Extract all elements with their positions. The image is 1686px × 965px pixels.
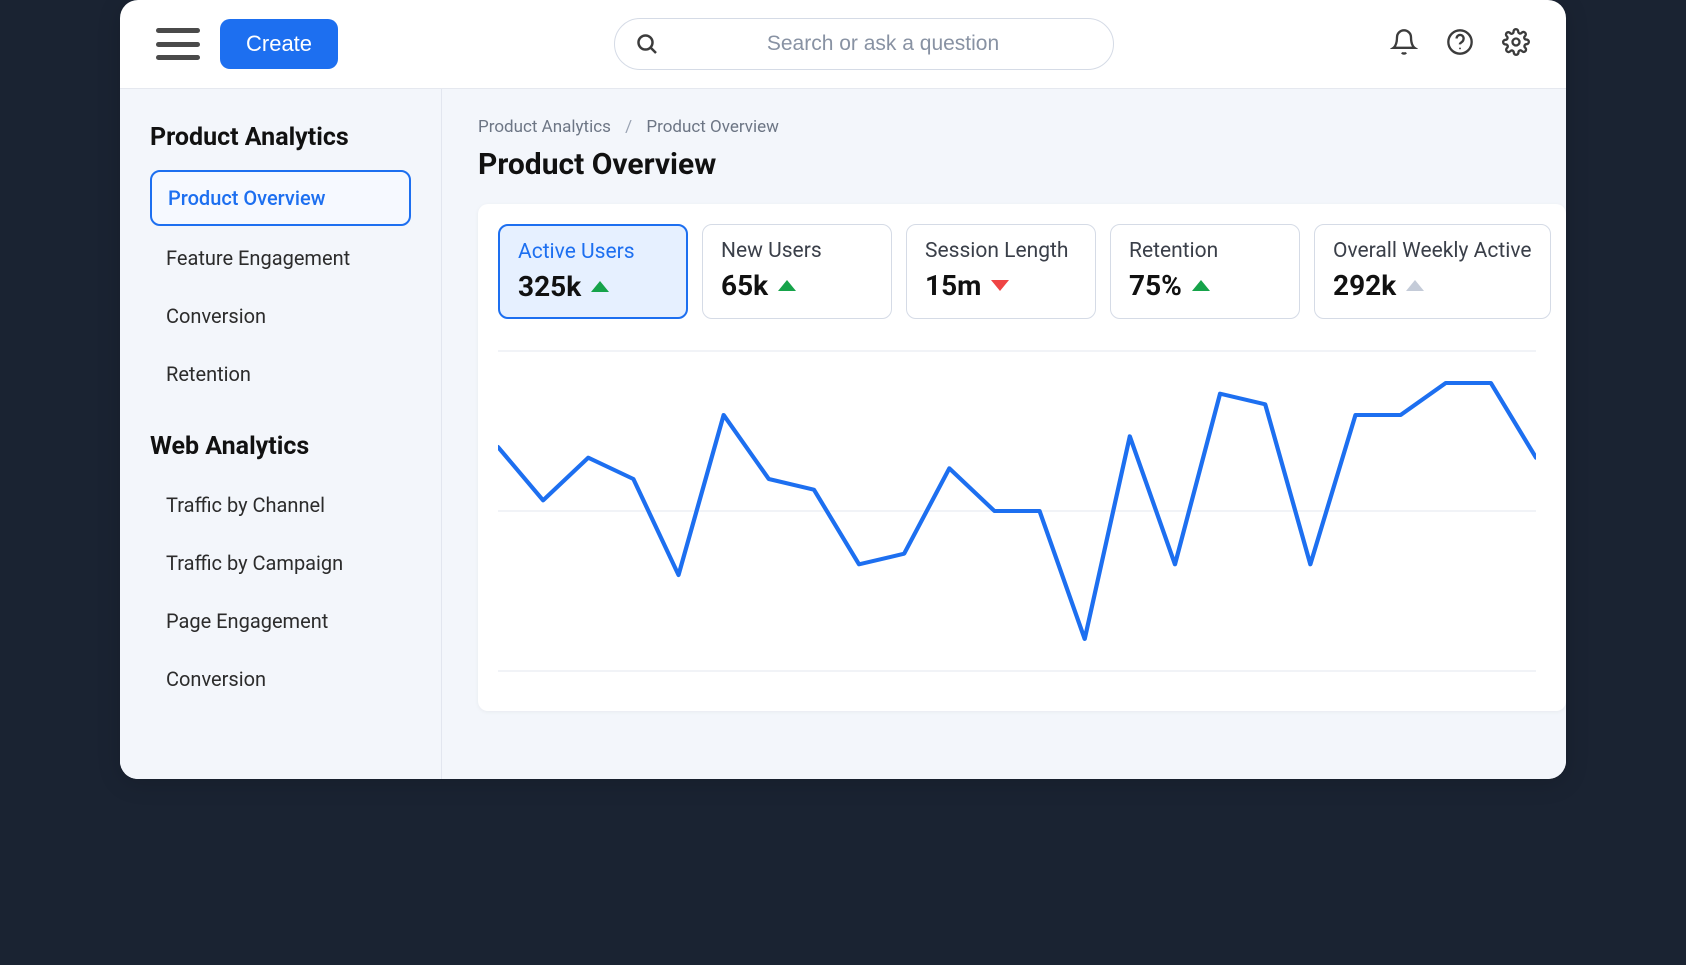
header-actions xyxy=(1390,28,1530,60)
metric-label: Active Users xyxy=(518,240,668,264)
bell-icon[interactable] xyxy=(1390,28,1418,60)
chart-area xyxy=(498,341,1566,681)
create-button[interactable]: Create xyxy=(220,19,338,69)
trend-up-icon xyxy=(1192,280,1210,291)
search-icon xyxy=(635,32,659,56)
sidebar: Product Analytics Product Overview Featu… xyxy=(120,89,442,779)
trend-up-icon xyxy=(591,281,609,292)
metric-card-active-users[interactable]: Active Users 325k xyxy=(498,224,688,319)
search-input[interactable] xyxy=(673,32,1093,56)
sidebar-item-product-overview[interactable]: Product Overview xyxy=(150,170,411,226)
metric-label: Overall Weekly Active xyxy=(1333,239,1532,263)
sidebar-item-traffic-campaign[interactable]: Traffic by Campaign xyxy=(150,537,411,589)
sidebar-item-feature-engagement[interactable]: Feature Engagement xyxy=(150,232,411,284)
metric-value: 65k xyxy=(721,269,768,302)
overview-panel: Active Users 325k New Users 65k xyxy=(478,204,1566,711)
metric-label: New Users xyxy=(721,239,873,263)
metric-card-retention[interactable]: Retention 75% xyxy=(1110,224,1300,319)
line-chart xyxy=(498,341,1536,681)
app-header: Create xyxy=(120,0,1566,89)
trend-up-icon xyxy=(778,280,796,291)
metric-label: Retention xyxy=(1129,239,1281,263)
breadcrumb-current: Product Overview xyxy=(646,117,779,137)
breadcrumb: Product Analytics / Product Overview xyxy=(478,117,1566,137)
sidebar-item-traffic-channel[interactable]: Traffic by Channel xyxy=(150,479,411,531)
main-content: Product Analytics / Product Overview Pro… xyxy=(442,89,1566,779)
metric-card-new-users[interactable]: New Users 65k xyxy=(702,224,892,319)
trend-down-icon xyxy=(991,280,1009,291)
page-title: Product Overview xyxy=(478,147,1566,182)
app-window: Create Product Analytics Product Overvie… xyxy=(120,0,1566,779)
metrics-row: Active Users 325k New Users 65k xyxy=(498,224,1566,319)
search-container xyxy=(358,18,1370,70)
metric-value: 15m xyxy=(925,269,981,302)
sidebar-item-web-conversion[interactable]: Conversion xyxy=(150,653,411,705)
sidebar-item-page-engagement[interactable]: Page Engagement xyxy=(150,595,411,647)
sidebar-group-title: Product Analytics xyxy=(150,123,411,152)
metric-value: 292k xyxy=(1333,269,1396,302)
metric-label: Session Length xyxy=(925,239,1077,263)
search-bar[interactable] xyxy=(614,18,1114,70)
metric-card-overall-weekly[interactable]: Overall Weekly Active 292k xyxy=(1314,224,1551,319)
sidebar-group-title: Web Analytics xyxy=(150,432,411,461)
help-icon[interactable] xyxy=(1446,28,1474,60)
sidebar-item-retention[interactable]: Retention xyxy=(150,348,411,400)
trend-flat-icon xyxy=(1406,280,1424,291)
sidebar-item-conversion[interactable]: Conversion xyxy=(150,290,411,342)
gear-icon[interactable] xyxy=(1502,28,1530,60)
menu-icon[interactable] xyxy=(156,28,200,60)
breadcrumb-root[interactable]: Product Analytics xyxy=(478,117,611,137)
breadcrumb-separator: / xyxy=(625,117,632,137)
metric-value: 75% xyxy=(1129,269,1182,302)
metric-card-session-length[interactable]: Session Length 15m xyxy=(906,224,1096,319)
metric-value: 325k xyxy=(518,270,581,303)
app-body: Product Analytics Product Overview Featu… xyxy=(120,89,1566,779)
